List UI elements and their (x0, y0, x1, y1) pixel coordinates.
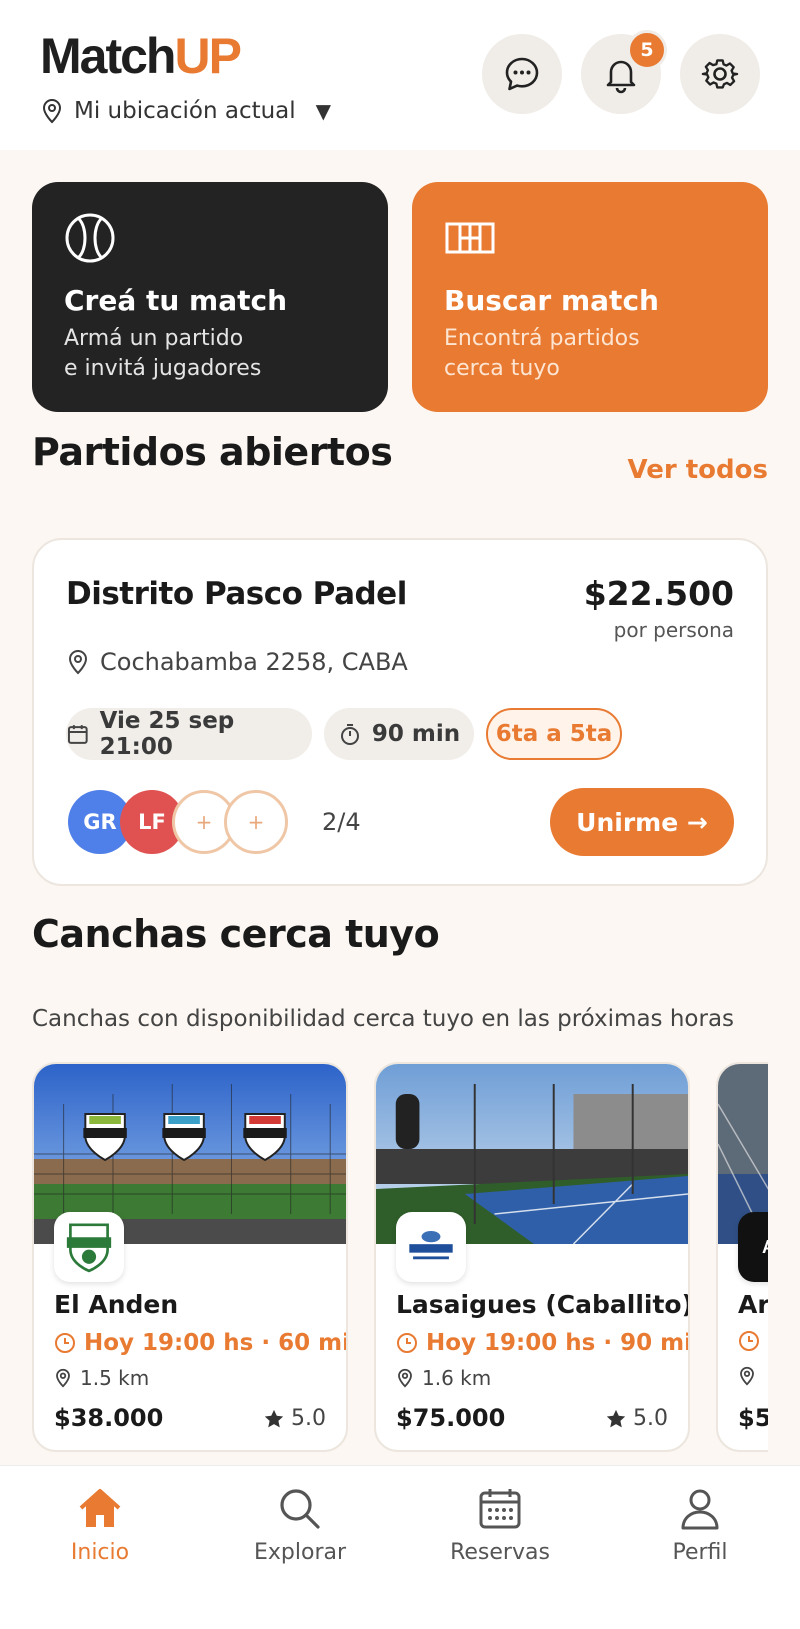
match-date-chip: Vie 25 sep 21:00 (66, 708, 312, 760)
match-level-chip: 6ta a 5ta (486, 708, 622, 760)
court-logo: AR (738, 1212, 768, 1282)
nav-label: Perfil (672, 1540, 728, 1565)
bottom-navigation: Inicio Explorar Reservas Perfil (0, 1465, 800, 1629)
court-price: $75.000 (396, 1404, 506, 1432)
match-card[interactable]: Distrito Pasco Padel $22.500 por persona… (32, 538, 768, 886)
match-address-text: Cochabamba 2258, CABA (100, 648, 408, 676)
match-duration: 90 min (371, 721, 461, 747)
messages-button[interactable] (482, 34, 562, 114)
app-header: MatchUP Mi ubicación actual ▼ 5 (0, 0, 800, 150)
court-logo (396, 1212, 466, 1282)
settings-button[interactable] (680, 34, 760, 114)
join-button[interactable]: Unirme → (550, 788, 734, 856)
nav-item-reservas[interactable]: Reservas (400, 1484, 600, 1565)
court-rating: 5.0 (605, 1406, 668, 1431)
clock-icon (55, 1333, 75, 1353)
court-availability: Hoy 19:00 hs · 60 min (54, 1330, 348, 1356)
stopwatch-icon (340, 724, 359, 745)
chat-bubble-icon (505, 57, 539, 91)
calendar-icon (479, 1489, 521, 1529)
courts-carousel[interactable]: El Anden Hoy 19:00 hs · 60 min 1.5 km $3… (32, 1062, 768, 1452)
see-all-link[interactable]: Ver todos (628, 455, 768, 485)
home-icon (79, 1489, 121, 1527)
match-duration-chip: 90 min (324, 708, 474, 760)
location-pin-icon (740, 1366, 754, 1386)
brand-text-up: UP (174, 28, 241, 84)
court-time: Hoy 19:00 hs · 90 min (426, 1330, 690, 1356)
court-rating-value: 5.0 (633, 1406, 668, 1431)
court-time: Hoy 19:00 hs · 60 min (84, 1330, 348, 1356)
player-count: 2/4 (322, 808, 361, 836)
court-distance: 1.6 km (396, 1366, 491, 1390)
court-distance (738, 1366, 756, 1386)
court-name: Lasaigues (Caballito) (396, 1290, 690, 1319)
notifications-badge: 5 (627, 30, 667, 70)
search-match-card[interactable]: Buscar match Encontrá partidos cerca tuy… (412, 182, 768, 412)
court-availability: Hoy 19:00 hs · 90 min (396, 1330, 690, 1356)
location-selector[interactable]: Mi ubicación actual ▼ (40, 94, 331, 128)
court-name: Ar (738, 1290, 768, 1319)
star-icon (606, 1409, 626, 1427)
clock-icon (397, 1333, 417, 1353)
calendar-icon (67, 725, 88, 744)
search-match-subtitle: Encontrá partidos cerca tuyo (444, 326, 640, 381)
court-name: El Anden (54, 1290, 179, 1319)
user-icon (681, 1489, 719, 1530)
court-logo (54, 1212, 124, 1282)
court-card[interactable]: El Anden Hoy 19:00 hs · 60 min 1.5 km $3… (32, 1062, 348, 1452)
create-match-title: Creá tu match (64, 284, 288, 317)
location-pin-icon (42, 99, 62, 124)
match-address: Cochabamba 2258, CABA (66, 648, 408, 676)
match-price: $22.500 (583, 574, 734, 613)
nav-item-explorar[interactable]: Explorar (200, 1484, 400, 1565)
gear-icon (701, 59, 739, 89)
court-distance-text: 1.6 km (422, 1366, 492, 1390)
nav-label: Reservas (450, 1540, 550, 1565)
search-match-title: Buscar match (444, 284, 659, 317)
court-card[interactable]: Lasaigues (Caballito) Hoy 19:00 hs · 90 … (374, 1062, 690, 1452)
nav-item-inicio[interactable]: Inicio (0, 1484, 200, 1565)
brand-logo: MatchUP (40, 28, 242, 84)
player-avatars: GR LF + + (68, 790, 288, 856)
courts-nearby-subtitle: Canchas con disponibilidad cerca tuyo en… (32, 1006, 735, 1032)
court-card[interactable]: AR Ar $5 (716, 1062, 768, 1452)
open-matches-title: Partidos abiertos (32, 430, 393, 474)
court-price: $38.000 (54, 1404, 164, 1432)
star-icon (264, 1409, 284, 1427)
court-distance-text: 1.5 km (80, 1366, 150, 1390)
notifications-button[interactable]: 5 (581, 30, 667, 114)
courts-nearby-title: Canchas cerca tuyo (32, 912, 440, 956)
court-distance: 1.5 km (54, 1366, 149, 1390)
court-availability (738, 1330, 760, 1352)
nav-item-perfil[interactable]: Perfil (600, 1484, 800, 1565)
create-match-subtitle: Armá un partido e invitá jugadores (64, 326, 262, 381)
create-match-card[interactable]: Creá tu match Armá un partido e invitá j… (32, 182, 388, 412)
court-logo-text: AR (762, 1237, 768, 1258)
match-date: Vie 25 sep 21:00 (99, 708, 235, 760)
search-icon (280, 1489, 320, 1529)
location-pin-icon (56, 1368, 70, 1388)
home-content: Creá tu match Armá un partido e invitá j… (0, 150, 800, 1465)
court-price: $5 (738, 1404, 768, 1432)
location-label: Mi ubicación actual (74, 98, 296, 124)
nav-label: Explorar (253, 1540, 347, 1565)
match-level: 6ta a 5ta (495, 721, 613, 747)
court-rating-value: 5.0 (291, 1406, 326, 1431)
empty-slot-button[interactable]: + (224, 790, 288, 854)
nav-label: Inicio (70, 1540, 130, 1565)
court-icon (445, 222, 495, 254)
location-pin-icon (398, 1368, 412, 1388)
brand-text-match: Match (40, 28, 176, 84)
court-rating: 5.0 (263, 1406, 326, 1431)
clock-icon (739, 1331, 759, 1351)
tennis-ball-icon (65, 213, 115, 263)
match-price-unit: por persona (613, 618, 734, 642)
match-venue-name: Distrito Pasco Padel (66, 576, 407, 612)
location-pin-icon (68, 650, 88, 675)
chevron-down-icon: ▼ (315, 99, 332, 123)
